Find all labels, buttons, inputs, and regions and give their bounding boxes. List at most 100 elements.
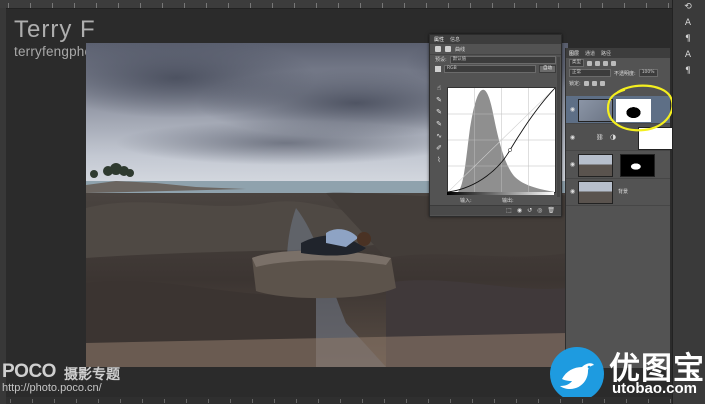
paragraph-icon[interactable]: ¶: [679, 64, 697, 78]
ruler-tick: [516, 399, 517, 403]
ruler-tick: [382, 3, 383, 8]
view-previous-icon[interactable]: ◉: [517, 207, 522, 214]
adjustment-filter-icon[interactable]: [595, 60, 600, 66]
curves-title: 曲线: [455, 46, 466, 53]
blend-row: 正常 不透明度: 100%: [566, 68, 670, 78]
poco-title: 摄影专题: [64, 366, 120, 382]
ruler-tick: [274, 399, 275, 403]
lock-label: 锁定:: [569, 80, 581, 87]
opacity-input[interactable]: 100%: [638, 69, 658, 77]
layer-mask-icon[interactable]: [445, 46, 451, 52]
pencil-icon[interactable]: ✐: [436, 145, 443, 152]
kind-filter-select[interactable]: 类型: [569, 59, 584, 67]
layer-background[interactable]: ◉ 背景: [566, 178, 670, 206]
reset-icon[interactable]: ↺: [527, 207, 532, 214]
ruler-tick: [448, 3, 449, 8]
highlight-ring: [606, 84, 674, 132]
ruler-tick: [604, 399, 605, 403]
curve-graph[interactable]: [447, 87, 556, 193]
properties-scrollbar[interactable]: [557, 57, 560, 197]
photo-layer-thumbnail: [578, 154, 613, 177]
curve-point-icon[interactable]: ∿: [436, 133, 443, 140]
ruler-tick: [52, 3, 53, 8]
ruler-tick: [162, 3, 163, 8]
ruler-tick: [142, 399, 143, 403]
properties-footer: ⬚ ◉ ↺ ◎ 🗑: [430, 205, 561, 215]
ruler-tick: [228, 3, 229, 8]
channel-select[interactable]: RGB: [444, 64, 536, 73]
properties-tabs: 属性 信息: [430, 35, 561, 44]
ruler-tick: [98, 399, 99, 403]
ruler-tick: [426, 3, 427, 8]
vertical-ruler: [0, 8, 6, 404]
type-filter-icon[interactable]: [603, 60, 608, 66]
clip-to-layer-icon[interactable]: ⬚: [506, 207, 512, 214]
white-eyedropper-icon[interactable]: ✎: [436, 121, 443, 128]
curve-point[interactable]: [508, 148, 512, 152]
poco-url: http://photo.poco.cn/: [2, 382, 102, 394]
visibility-icon[interactable]: ◎: [537, 207, 542, 214]
ruler-tick: [514, 3, 515, 8]
ruler-tick: [668, 3, 669, 8]
black-eyedropper-icon[interactable]: ✎: [436, 97, 443, 104]
ruler-tick: [164, 399, 165, 403]
ruler-tick: [118, 3, 119, 8]
gradient-bar: [447, 192, 554, 195]
tab-paths[interactable]: 路径: [601, 50, 611, 57]
ruler-tick: [76, 399, 77, 403]
output-label: 输出:: [502, 198, 514, 204]
ruler-tick: [560, 399, 561, 403]
status-ruler: [6, 397, 672, 404]
ruler-tick: [272, 3, 273, 8]
tab-info[interactable]: 信息: [450, 36, 460, 43]
eye-icon[interactable]: ◉: [569, 134, 576, 141]
preset-select[interactable]: 默认值: [449, 55, 556, 64]
eye-icon[interactable]: ◉: [569, 188, 576, 195]
ruler-tick: [120, 399, 121, 403]
ruler-tick: [74, 3, 75, 8]
ruler-tick: [54, 399, 55, 403]
ruler-tick: [338, 3, 339, 8]
adjust-icon[interactable]: ¶: [679, 32, 697, 46]
ruler-tick: [140, 3, 141, 8]
background-layer-name: 背景: [618, 189, 629, 195]
auto-button[interactable]: 自动: [539, 64, 556, 73]
pixel-filter-icon[interactable]: [587, 60, 592, 66]
shape-filter-icon[interactable]: [611, 60, 616, 66]
ruler-tick: [316, 3, 317, 8]
ruler-tick: [30, 3, 31, 8]
delete-icon[interactable]: 🗑: [547, 207, 555, 214]
layer-photo-masked[interactable]: ◉: [566, 151, 670, 179]
blend-mode-select[interactable]: 正常: [569, 69, 611, 77]
lock-pixels-icon[interactable]: [583, 80, 589, 86]
ruler-tick: [206, 3, 207, 8]
layer-filter-row: 类型: [566, 58, 670, 68]
utobao-bird-logo: [550, 347, 604, 401]
eye-icon[interactable]: ◉: [569, 161, 576, 168]
layers-tabs: 图层 通道 路径: [566, 48, 670, 58]
eye-icon[interactable]: ◉: [569, 106, 576, 113]
link-icon: ⛓: [596, 134, 604, 141]
smooth-icon[interactable]: ⌇: [436, 157, 443, 164]
horizontal-ruler: [0, 0, 672, 9]
type-icon[interactable]: A: [679, 48, 697, 62]
target-adjust-icon[interactable]: [435, 65, 441, 72]
photographer-name: Terry F: [14, 16, 96, 43]
on-image-adjust-icon[interactable]: ☝: [436, 85, 443, 92]
curve-svg: [447, 87, 556, 193]
ruler-tick: [646, 3, 647, 8]
ruler-tick: [582, 399, 583, 403]
color-icon[interactable]: A: [679, 16, 697, 30]
lock-position-icon[interactable]: [591, 80, 597, 86]
ruler-tick: [318, 399, 319, 403]
photo-layer-mask[interactable]: [620, 154, 655, 177]
ruler-tick: [340, 399, 341, 403]
history-icon[interactable]: ⟲: [679, 0, 697, 14]
tab-properties[interactable]: 属性: [434, 36, 444, 43]
ruler-tick: [404, 3, 405, 8]
tab-layers[interactable]: 图层: [569, 50, 579, 57]
ruler-tick: [208, 399, 209, 403]
ruler-tick: [428, 399, 429, 403]
gray-eyedropper-icon[interactable]: ✎: [436, 109, 443, 116]
tab-channels[interactable]: 通道: [585, 50, 595, 57]
